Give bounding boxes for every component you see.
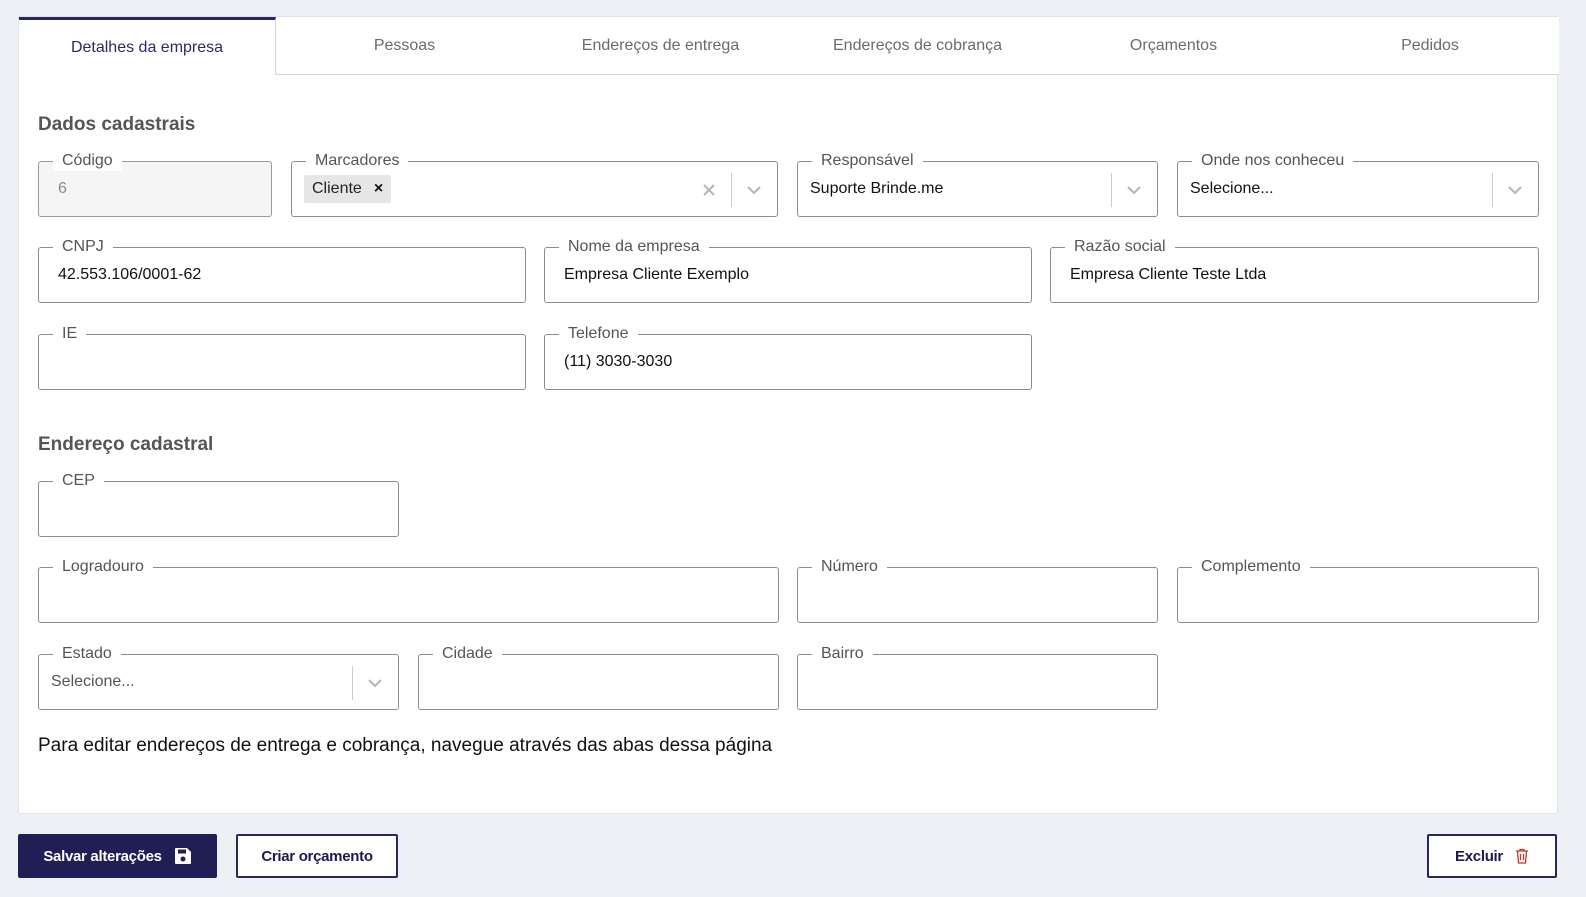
delete-button-label: Excluir	[1455, 847, 1503, 865]
chevron-down-icon[interactable]	[1506, 181, 1524, 199]
bairro-field[interactable]: Bairro	[797, 644, 1158, 710]
cnpj-field[interactable]: CNPJ 42.553.106/0001-62	[38, 237, 526, 303]
nome-da-empresa-field[interactable]: Nome da empresa Empresa Cliente Exemplo	[544, 237, 1032, 303]
ie-field[interactable]: IE	[38, 324, 526, 390]
save-button[interactable]: Salvar alterações	[18, 834, 217, 878]
tab-enderecos-de-entrega[interactable]: Endereços de entrega	[532, 17, 789, 75]
onde-nos-conheceu-select[interactable]: Onde nos conheceu Selecione...	[1177, 151, 1539, 217]
marcadores-select[interactable]: Marcadores Cliente ×	[291, 151, 778, 217]
marcador-chip: Cliente ×	[304, 175, 392, 203]
estado-label: Estado	[53, 644, 121, 664]
telefone-field[interactable]: Telefone (11) 3030-3030	[544, 324, 1032, 390]
tab-label: Orçamentos	[1129, 36, 1218, 54]
logradouro-label: Logradouro	[53, 557, 153, 577]
onde-nos-conheceu-label: Onde nos conheceu	[1192, 151, 1354, 171]
address-edit-note: Para editar endereços de entrega e cobra…	[38, 735, 773, 756]
clear-icon[interactable]	[699, 180, 719, 200]
select-divider	[1492, 173, 1493, 207]
tab-detalhes-da-empresa[interactable]: Detalhes da empresa	[19, 17, 276, 75]
criar-orcamento-label: Criar orçamento	[261, 847, 373, 865]
tab-label: Pedidos	[1401, 36, 1459, 54]
save-button-label: Salvar alterações	[43, 847, 162, 865]
criar-orcamento-button[interactable]: Criar orçamento	[236, 834, 398, 878]
complemento-label: Complemento	[1192, 557, 1310, 577]
logradouro-field[interactable]: Logradouro	[38, 557, 779, 623]
cnpj-value: 42.553.106/0001-62	[58, 266, 202, 283]
tab-pedidos[interactable]: Pedidos	[1301, 17, 1559, 75]
tab-bar: Detalhes da empresa Pessoas Endereços de…	[19, 17, 1559, 75]
tab-label: Pessoas	[373, 36, 436, 54]
cidade-label: Cidade	[433, 644, 502, 664]
cep-field[interactable]: CEP	[38, 471, 399, 537]
nome-da-empresa-label: Nome da empresa	[559, 237, 709, 257]
onde-nos-conheceu-placeholder: Selecione...	[1190, 180, 1274, 197]
codigo-value: 6	[58, 180, 67, 197]
responsavel-label: Responsável	[812, 151, 923, 171]
select-divider	[1111, 173, 1112, 207]
trash-icon	[1515, 848, 1529, 864]
section-title-endereco-cadastral: Endereço cadastral	[38, 434, 214, 455]
razao-social-field[interactable]: Razão social Empresa Cliente Teste Ltda	[1050, 237, 1539, 303]
chevron-down-icon[interactable]	[366, 674, 384, 692]
company-form-card: Detalhes da empresa Pessoas Endereços de…	[18, 16, 1559, 814]
tab-label: Detalhes da empresa	[70, 38, 224, 56]
nome-da-empresa-value: Empresa Cliente Exemplo	[564, 266, 749, 283]
cidade-field[interactable]: Cidade	[418, 644, 779, 710]
tab-label: Endereços de cobrança	[833, 36, 1002, 54]
tab-orcamentos[interactable]: Orçamentos	[1045, 17, 1302, 75]
codigo-label: Código	[53, 151, 122, 171]
estado-placeholder: Selecione...	[51, 673, 135, 690]
chip-remove-icon[interactable]: ×	[374, 180, 383, 198]
delete-button[interactable]: Excluir	[1427, 834, 1557, 878]
tab-label: Endereços de entrega	[581, 36, 740, 54]
ie-label: IE	[53, 324, 87, 344]
select-divider	[352, 666, 353, 700]
razao-social-label: Razão social	[1065, 237, 1175, 257]
section-title-dados-cadastrais: Dados cadastrais	[38, 114, 196, 135]
telefone-label: Telefone	[559, 324, 638, 344]
marcador-chip-label: Cliente	[312, 180, 362, 197]
responsavel-value: Suporte Brinde.me	[810, 180, 944, 197]
cnpj-label: CNPJ	[53, 237, 113, 257]
bairro-label: Bairro	[812, 644, 873, 664]
marcadores-label: Marcadores	[306, 151, 409, 171]
numero-field[interactable]: Número	[797, 557, 1158, 623]
numero-label: Número	[812, 557, 887, 577]
floppy-disk-icon	[174, 847, 192, 865]
telefone-value: (11) 3030-3030	[564, 353, 673, 370]
chevron-down-icon[interactable]	[1125, 181, 1143, 199]
responsavel-select[interactable]: Responsável Suporte Brinde.me	[797, 151, 1158, 217]
tab-enderecos-de-cobranca[interactable]: Endereços de cobrança	[789, 17, 1046, 75]
tab-pessoas[interactable]: Pessoas	[276, 17, 533, 75]
razao-social-value: Empresa Cliente Teste Ltda	[1070, 266, 1267, 283]
chevron-down-icon[interactable]	[745, 181, 763, 199]
estado-select[interactable]: Estado Selecione...	[38, 644, 399, 710]
complemento-field[interactable]: Complemento	[1177, 557, 1539, 623]
codigo-field[interactable]: Código 6	[38, 151, 272, 217]
select-divider	[731, 173, 732, 207]
cep-label: CEP	[53, 471, 104, 491]
